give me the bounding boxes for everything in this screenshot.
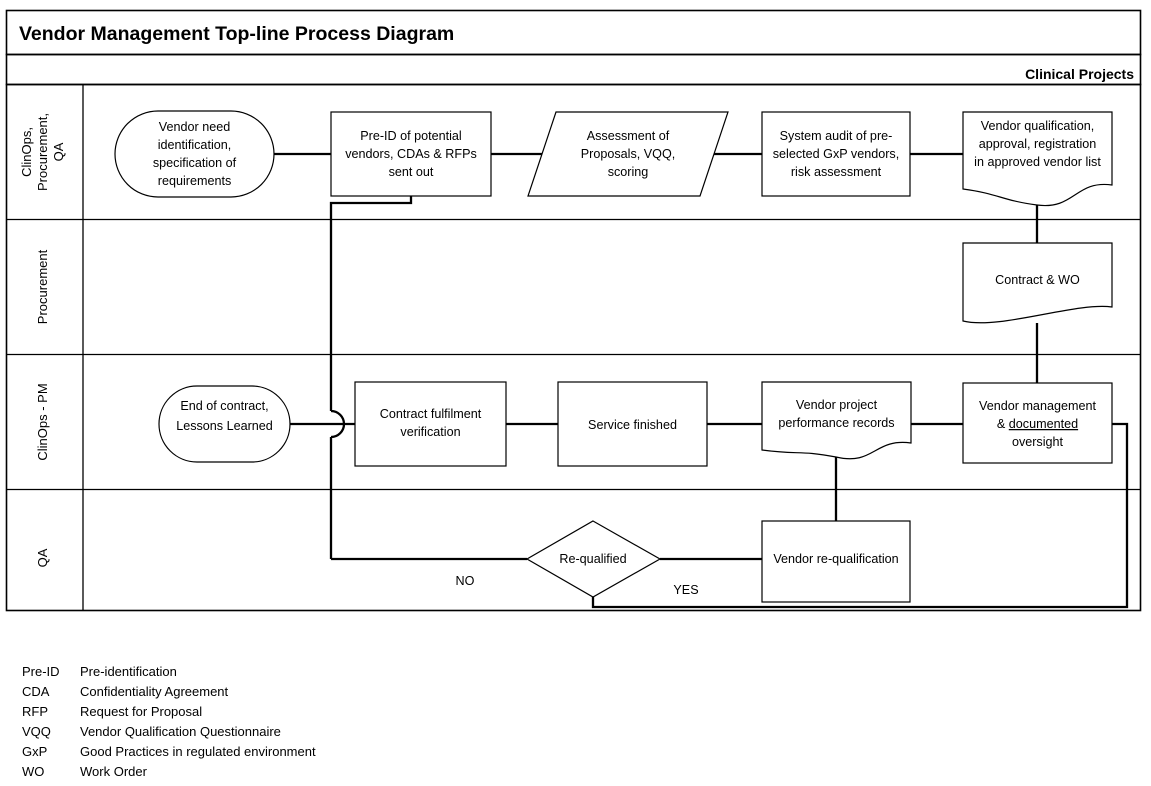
legend-abbr-1: CDA — [22, 684, 50, 699]
node-label-ampersand: & — [997, 417, 1009, 431]
node-label-line-1: Vendor management — [979, 399, 1096, 413]
lane-label-procurement: Procurement — [35, 249, 50, 324]
legend-meaning-5: Work Order — [80, 764, 148, 779]
node-service-finished[interactable]: Service finished — [557, 381, 708, 467]
node-label-line-3: scoring — [608, 165, 649, 179]
node-label-line-3: sent out — [389, 165, 434, 179]
legend-meaning-4: Good Practices in regulated environment — [80, 744, 316, 759]
node-label-line-2: approval, registration — [979, 137, 1097, 151]
node-label-line-1: Re-qualified — [559, 552, 626, 566]
node-contract-fulfilment-verification[interactable]: Contract fulfilment verification — [354, 381, 507, 467]
node-label-line-1: Assessment of — [587, 129, 670, 143]
pool-header-band — [5, 53, 1142, 86]
node-label-line-1: Vendor qualification, — [981, 119, 1094, 133]
node-label-line-4: requirements — [158, 174, 232, 188]
node-label-line-2: Proposals, VQQ, — [581, 147, 676, 161]
node-label-line-2: vendors, CDAs & RFPs — [345, 147, 477, 161]
pool-label: Clinical Projects — [1025, 66, 1134, 82]
legend-abbr-4: GxP — [22, 744, 47, 759]
node-label-line-1: Vendor project — [796, 398, 878, 412]
node-label-line-3: in approved vendor list — [974, 155, 1101, 169]
node-vendor-need-identification[interactable]: Vendor need identification, specificatio… — [114, 110, 275, 198]
node-pre-id-potential-vendors[interactable]: Pre-ID of potential vendors, CDAs & RFPs… — [330, 111, 492, 197]
node-label-line-3: risk assessment — [791, 165, 882, 179]
node-system-audit-gxp-vendors[interactable]: System audit of pre- selected GxP vendor… — [761, 111, 911, 197]
legend-meaning-3: Vendor Qualification Questionnaire — [80, 724, 281, 739]
node-label-line-2: performance records — [778, 416, 894, 430]
node-vendor-qualification-approval[interactable]: Vendor qualification, approval, registra… — [962, 111, 1113, 207]
legend-abbr-3: VQQ — [22, 724, 51, 739]
node-label-line-1: System audit of pre- — [780, 129, 893, 143]
node-label-line-2: Lessons Learned — [176, 419, 273, 433]
node-vendor-re-qualification[interactable]: Vendor re-qualification — [761, 520, 911, 603]
legend-meaning-2: Request for Proposal — [80, 704, 202, 719]
node-label-line-2: verification — [400, 425, 460, 439]
node-label-line-3: oversight — [1012, 435, 1064, 449]
node-label-line-2: selected GxP vendors, — [773, 147, 899, 161]
node-vendor-project-performance-records[interactable]: Vendor project performance records — [761, 381, 912, 460]
edge-label-yes: YES — [673, 583, 698, 597]
node-vendor-management-oversight[interactable]: Vendor management & documented oversight — [962, 382, 1113, 464]
conn-preid-down-rail-top — [329, 196, 413, 411]
vendor-management-diagram: Vendor Management Top-line Process Diagr… — [5, 9, 1142, 779]
node-label-underlined-word: documented — [1009, 417, 1078, 431]
node-end-of-contract[interactable]: End of contract, Lessons Learned — [158, 385, 291, 463]
node-assessment-of-proposals[interactable]: Assessment of Proposals, VQQ, scoring — [527, 111, 729, 197]
lane-label-line-1: ClinOps, — [19, 127, 34, 177]
process-diagram-page: Vendor Management Top-line Process Diagr… — [0, 0, 1151, 786]
node-re-qualified-decision[interactable]: Re-qualified — [525, 520, 662, 598]
node-label-line-1: Pre-ID of potential — [360, 129, 462, 143]
node-shape — [354, 381, 507, 467]
node-label-line-1: Vendor re-qualification — [773, 552, 898, 566]
lane-label-line-3: QA — [51, 142, 66, 161]
connectors — [274, 152, 1129, 609]
legend-meaning-0: Pre-identification — [80, 664, 177, 679]
edge-label-no: NO — [456, 574, 475, 588]
lane-label-qa: QA — [35, 548, 50, 567]
node-label-line-1: End of contract, — [180, 399, 268, 413]
legend: Pre-ID Pre-identification CDA Confidenti… — [22, 664, 316, 779]
page-title: Vendor Management Top-line Process Diagr… — [19, 23, 454, 45]
node-label-line-3: specification of — [153, 156, 237, 170]
lane-label-clinops-pm: ClinOps - PM — [35, 383, 50, 460]
node-label-line-1: Service finished — [588, 418, 677, 432]
node-label-line-2: & documented — [997, 417, 1078, 431]
legend-abbr-0: Pre-ID — [22, 664, 60, 679]
node-label-line-1: Contract fulfilment — [380, 407, 482, 421]
node-label-line-2: identification, — [158, 138, 232, 152]
legend-abbr-5: WO — [22, 764, 44, 779]
lane-label-clinops-procurement-qa: ClinOps, Procurement, QA — [19, 113, 66, 191]
node-label-line-1: Contract & WO — [995, 273, 1080, 287]
legend-abbr-2: RFP — [22, 704, 48, 719]
legend-meaning-1: Confidentiality Agreement — [80, 684, 229, 699]
node-contract-and-wo[interactable]: Contract & WO — [962, 242, 1113, 324]
node-label-line-1: Vendor need — [159, 120, 230, 134]
lane-label-line-2: Procurement, — [35, 113, 50, 191]
